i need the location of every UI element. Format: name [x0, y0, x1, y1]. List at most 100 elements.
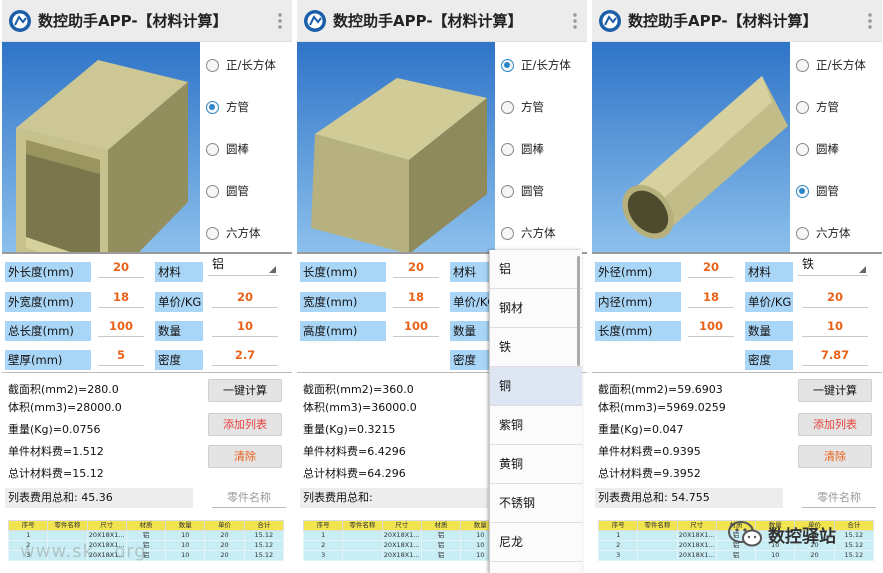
density-input[interactable]: 7.87 [802, 346, 868, 366]
shape-option[interactable]: 方管 [200, 86, 292, 128]
shape-option[interactable]: 圆管 [790, 170, 882, 212]
field-input[interactable]: 20 [688, 258, 734, 278]
radio-button[interactable] [796, 100, 809, 114]
clear-button[interactable]: 清除 [208, 445, 282, 468]
shape-option[interactable]: 圆管 [495, 170, 587, 212]
table-cell: 10 [165, 530, 206, 541]
shape-option[interactable]: 正/长方体 [495, 44, 587, 86]
table-cell: 15.12 [243, 540, 285, 551]
field-input[interactable]: 18 [688, 288, 734, 308]
3d-viewport[interactable] [2, 42, 200, 252]
material-value: 铁 [802, 257, 815, 271]
qty-input[interactable]: 10 [212, 317, 278, 337]
radio-button[interactable] [206, 100, 219, 114]
part-name-input[interactable]: 零件名称 [802, 488, 876, 508]
shape-option[interactable]: 方管 [790, 86, 882, 128]
radio-button[interactable] [501, 58, 514, 72]
3d-viewport[interactable] [592, 42, 790, 252]
shape-option[interactable]: 圆棒 [495, 128, 587, 170]
shape-option[interactable]: 方管 [495, 86, 587, 128]
wechat-icon [728, 521, 762, 547]
material-dropdown[interactable]: 铝 [208, 256, 278, 276]
field-input[interactable]: 20 [393, 258, 439, 278]
app-logo-icon [9, 9, 31, 32]
material-option[interactable]: 钢材 [490, 289, 582, 328]
table-cell: 铝 [420, 540, 462, 551]
shape-option[interactable]: 六方体 [495, 212, 587, 254]
result-text: 单件材料费=6.4296 [303, 445, 406, 458]
price-label: 单价/KG [745, 292, 793, 312]
field-label: 外长度(mm) [5, 262, 91, 282]
overflow-menu-icon[interactable] [573, 11, 577, 30]
material-dropdown[interactable]: 铁 [798, 256, 868, 276]
radio-button[interactable] [206, 142, 219, 156]
material-option[interactable]: 铝 [490, 250, 582, 289]
material-option[interactable]: 铁 [490, 328, 582, 367]
overflow-menu-icon[interactable] [868, 11, 872, 30]
shape-option-label: 圆管 [521, 184, 544, 198]
shape-option[interactable]: 圆管 [200, 170, 292, 212]
material-option[interactable]: 黄铜 [490, 445, 582, 484]
radio-button[interactable] [206, 226, 219, 240]
radio-button[interactable] [796, 142, 809, 156]
field-input[interactable]: 100 [98, 317, 144, 337]
shape-option-label: 方管 [816, 100, 839, 114]
shape-option[interactable]: 圆棒 [200, 128, 292, 170]
calculate-button[interactable]: 一键计算 [208, 379, 282, 402]
shape-option[interactable]: 正/长方体 [200, 44, 292, 86]
shape-option[interactable]: 六方体 [200, 212, 292, 254]
table-cell: 20X18X1... [676, 530, 717, 541]
wechat-brand: 数控驿站 [728, 520, 836, 548]
material-option[interactable]: 铜 [490, 367, 582, 406]
radio-button[interactable] [796, 58, 809, 72]
density-input[interactable]: 2.7 [212, 346, 278, 366]
radio-button[interactable] [206, 58, 219, 72]
3d-viewport[interactable] [297, 42, 495, 252]
field-input[interactable]: 100 [688, 317, 734, 337]
overflow-menu-icon[interactable] [278, 11, 282, 30]
table-cell: 10 [165, 550, 206, 561]
radio-button[interactable] [501, 226, 514, 240]
field-input[interactable]: 18 [98, 288, 144, 308]
field-input[interactable]: 18 [393, 288, 439, 308]
table-cell: 20 [204, 550, 245, 561]
shape-option[interactable]: 圆棒 [790, 128, 882, 170]
table-row[interactable]: 3 20X18X1...铝102015.12 [597, 550, 875, 561]
part-name-input[interactable]: 零件名称 [212, 488, 286, 508]
material-option[interactable]: 尼龙 [490, 523, 582, 562]
radio-button[interactable] [501, 142, 514, 156]
add-to-list-button[interactable]: 添加列表 [208, 413, 282, 436]
add-to-list-button[interactable]: 添加列表 [798, 413, 872, 436]
result-text: 重量(Kg)=0.0756 [8, 423, 101, 436]
material-option[interactable]: 紫铜 [490, 406, 582, 445]
radio-button[interactable] [501, 100, 514, 114]
price-input[interactable]: 20 [212, 288, 278, 308]
table-cell: 铝 [715, 550, 757, 561]
field-label: 总长度(mm) [5, 321, 91, 341]
radio-button[interactable] [796, 226, 809, 240]
clear-button[interactable]: 清除 [798, 445, 872, 468]
field-input[interactable]: 100 [393, 317, 439, 337]
price-label: 单价/KG [155, 292, 203, 312]
table-row[interactable]: 1 20X18X1...铝102015.12 [7, 530, 285, 541]
shape-option[interactable]: 六方体 [790, 212, 882, 254]
field-label: 外宽度(mm) [5, 292, 91, 312]
shape-radio-group: 正/长方体 方管 圆棒 圆管 六方体 [200, 42, 292, 252]
field-input[interactable]: 5 [98, 346, 144, 366]
material-option[interactable]: 不锈钢 [490, 484, 582, 523]
scrollbar[interactable] [577, 256, 580, 366]
radio-button[interactable] [501, 184, 514, 198]
price-input[interactable]: 20 [802, 288, 868, 308]
list-total-row: 列表费用总和: 54.755 零件名称 [592, 487, 882, 511]
shape-option[interactable]: 正/长方体 [790, 44, 882, 86]
app-bar: 数控助手APP-【材料计算】 [2, 0, 292, 42]
radio-button[interactable] [796, 184, 809, 198]
radio-button[interactable] [206, 184, 219, 198]
calculate-button[interactable]: 一键计算 [798, 379, 872, 402]
shape-option-label: 六方体 [521, 226, 556, 240]
result-text: 总计材料费=15.12 [8, 467, 104, 480]
qty-input[interactable]: 10 [802, 317, 868, 337]
table-cell: 1 [302, 530, 344, 541]
screenshot-root: 数控助手APP-【材料计算】 正/长方体 方管 圆棒 圆管 六方体 外长度(mm) 20 外宽度… [0, 0, 883, 573]
field-input[interactable]: 20 [98, 258, 144, 278]
